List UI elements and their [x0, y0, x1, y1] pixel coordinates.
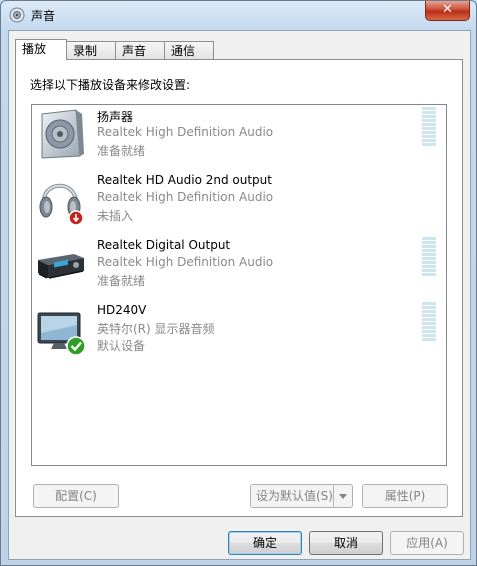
volume-meter — [422, 237, 436, 277]
device-description: Realtek High Definition Audio — [97, 255, 274, 269]
speaker-title-icon — [9, 7, 25, 23]
device-status: 准备就绪 — [97, 144, 146, 158]
set-default-label: 设为默认值(S) — [256, 489, 333, 503]
device-name: Realtek Digital Output — [97, 238, 231, 252]
volume-meter — [422, 107, 436, 147]
device-list[interactable]: 扬声器 Realtek High Definition Audio 准备就绪 R… — [31, 104, 447, 466]
title-bar[interactable]: 声音 ✕ — [1, 1, 476, 29]
device-description: Realtek High Definition Audio — [97, 190, 274, 204]
properties-button[interactable]: 属性(P) — [362, 484, 448, 508]
monitor-icon — [37, 312, 86, 356]
configure-button[interactable]: 配置(C) — [33, 484, 119, 508]
playback-panel: 选择以下播放设备来修改设置: 扬声器 Realtek High Definiti… — [15, 59, 463, 517]
chevron-down-icon[interactable] — [333, 485, 352, 507]
device-name: Realtek HD Audio 2nd output — [97, 173, 272, 187]
sound-dialog: 声音 ✕ 播放 录制 声音 通信 选择以下播放设备来修改设置: 扬声器 Real… — [0, 0, 477, 566]
device-status: 默认设备 — [97, 339, 146, 353]
device-status: 准备就绪 — [97, 274, 146, 288]
list-item[interactable]: HD240V 英特尔(R) 显示器音频 默认设备 — [32, 300, 446, 365]
close-icon: ✕ — [442, 2, 453, 17]
set-default-button[interactable]: 设为默认值(S) — [250, 484, 353, 508]
cancel-button[interactable]: 取消 — [309, 531, 383, 555]
list-item[interactable]: Realtek Digital Output Realtek High Defi… — [32, 235, 446, 300]
tab-communications[interactable]: 通信 — [164, 41, 214, 59]
device-description: 英特尔(R) 显示器音频 — [97, 322, 215, 336]
instruction-text: 选择以下播放设备来修改设置: — [30, 78, 191, 92]
tab-recording[interactable]: 录制 — [66, 41, 116, 59]
close-button[interactable]: ✕ — [425, 1, 470, 21]
list-item[interactable]: 扬声器 Realtek High Definition Audio 准备就绪 — [32, 105, 446, 170]
tab-playback[interactable]: 播放 — [15, 39, 67, 60]
speaker-icon — [41, 109, 84, 159]
apply-button[interactable]: 应用(A) — [390, 531, 464, 555]
device-name: HD240V — [97, 303, 147, 317]
headphones-icon — [39, 183, 84, 226]
window-title: 声音 — [31, 9, 56, 23]
digital-receiver-icon — [38, 254, 84, 279]
device-status: 未插入 — [97, 209, 134, 223]
ok-button[interactable]: 确定 — [228, 531, 302, 555]
volume-meter — [422, 302, 436, 342]
device-name: 扬声器 — [97, 110, 134, 124]
tab-sounds[interactable]: 声音 — [115, 41, 165, 59]
default-check-badge — [66, 336, 86, 356]
device-description: Realtek High Definition Audio — [97, 125, 274, 139]
dialog-client: 播放 录制 声音 通信 选择以下播放设备来修改设置: 扬声器 Realtek H… — [8, 30, 471, 560]
list-item[interactable]: Realtek HD Audio 2nd output Realtek High… — [32, 170, 446, 235]
